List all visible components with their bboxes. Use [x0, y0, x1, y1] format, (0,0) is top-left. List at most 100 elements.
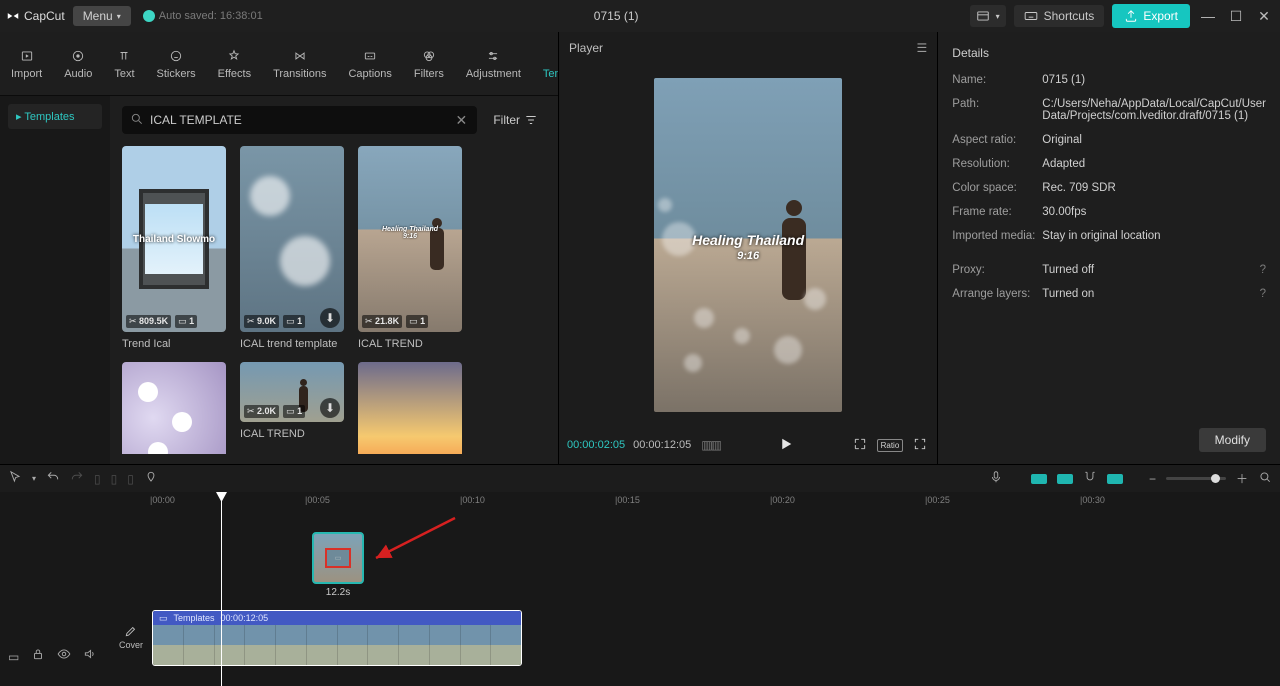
player-title: Player	[569, 41, 603, 55]
filter-icon	[524, 113, 538, 127]
zoom-fit-icon[interactable]	[1258, 470, 1272, 487]
redo-button[interactable]	[70, 470, 84, 487]
window-close[interactable]: ✕	[1254, 8, 1274, 25]
time-ruler[interactable]: |00:00 |00:05 |00:10 |00:15 |00:20 |00:2…	[150, 492, 1280, 514]
nav-audio[interactable]: Audio	[53, 32, 103, 95]
player-controls: 00:00:02:05 00:00:12:05 ▥▥ Ratio	[559, 426, 937, 464]
nav-transitions[interactable]: Transitions	[262, 32, 337, 95]
text-icon	[117, 49, 131, 63]
timeline-toolbar: ▾ ▯ ▯ ▯ − ＋	[0, 464, 1280, 492]
project-title: 0715 (1)	[271, 9, 962, 23]
drop-clip-duration: 12.2s	[312, 587, 364, 598]
clear-search-icon[interactable]: ✕	[453, 112, 469, 129]
cursor-tool[interactable]	[8, 470, 22, 487]
preview-overlay-sub: 9:16	[654, 250, 842, 262]
download-icon[interactable]: ⬇	[320, 398, 340, 418]
track-color-c[interactable]	[1107, 474, 1123, 484]
track-lock-icon[interactable]	[31, 647, 45, 664]
effects-icon	[227, 49, 241, 63]
nav-captions[interactable]: Captions	[337, 32, 402, 95]
sidebar-templates[interactable]: ▸ Templates	[8, 104, 102, 129]
captions-icon	[363, 49, 377, 63]
template-chip-icon: ▭	[159, 613, 168, 624]
track-color-a[interactable]	[1031, 474, 1047, 484]
details-title: Details	[952, 40, 1266, 68]
preview-overlay: Healing Thailand	[654, 232, 842, 248]
template-card[interactable]: ✂ 9.0K▭ 1 ⬇ ICAL trend template	[240, 146, 344, 350]
capcut-logo-icon	[6, 9, 20, 23]
zoom-out-icon[interactable]: −	[1149, 472, 1156, 486]
undo-button[interactable]	[46, 470, 60, 487]
template-drop-clip[interactable]: ▭	[312, 532, 364, 584]
snapshot-icon[interactable]	[851, 435, 869, 456]
chevron-down-icon: ▾	[117, 12, 121, 21]
nav-import[interactable]: Import	[0, 32, 53, 95]
media-panel: Import Audio Text Stickers Effects Trans…	[0, 32, 558, 464]
split-tool: ▯	[94, 472, 101, 486]
fullscreen-icon[interactable]	[911, 435, 929, 456]
layout-icon	[976, 9, 990, 23]
template-card[interactable]	[358, 362, 462, 454]
import-icon	[20, 49, 34, 63]
help-icon[interactable]: ?	[1260, 288, 1266, 300]
zoom-in-icon[interactable]: ＋	[1236, 470, 1248, 487]
template-label: Trend Ical	[122, 338, 226, 350]
shortcuts-button[interactable]: Shortcuts	[1014, 5, 1105, 27]
template-label: ICAL TREND	[240, 428, 344, 440]
search-box[interactable]: ✕	[122, 106, 477, 134]
track-expand-icon[interactable]: ▭	[8, 650, 19, 664]
template-card[interactable]: Thailand Slowmo ✂ 809.5K▭ 1 Trend Ical	[122, 146, 226, 350]
cover-button[interactable]: Cover	[116, 624, 146, 650]
menu-button[interactable]: Menu ▾	[73, 6, 131, 26]
track-color-b[interactable]	[1057, 474, 1073, 484]
template-track-clip[interactable]: ▭ Templates 00:00:12:05	[152, 610, 522, 666]
video-preview[interactable]: Healing Thailand 9:16	[654, 78, 842, 412]
template-card[interactable]: Healing Thailand9:16 ✂ 21.8K▭ 1 ICAL TRE…	[358, 146, 462, 350]
annotation-arrow	[370, 516, 460, 566]
template-card[interactable]: ✂ 2.0K▭ 1 ⬇ ICAL TREND	[240, 362, 344, 454]
panel-menu-icon[interactable]: ☰	[917, 41, 928, 55]
marker-tool[interactable]	[144, 470, 158, 487]
template-card[interactable]: I went Crazy over you	[122, 362, 226, 454]
magnet-icon[interactable]	[1083, 470, 1097, 487]
zoom-slider[interactable]	[1166, 477, 1226, 480]
play-button[interactable]	[775, 433, 797, 458]
track-controls: ▭	[0, 610, 110, 670]
window-maximize[interactable]: ☐	[1226, 8, 1246, 25]
timeline[interactable]: |00:00 |00:05 |00:10 |00:15 |00:20 |00:2…	[0, 492, 1280, 686]
replace-icon: ▭	[325, 548, 351, 568]
aspect-tool[interactable]: ▾	[970, 5, 1006, 27]
ratio-button[interactable]: Ratio	[877, 439, 904, 452]
player-time-current: 00:00:02:05	[567, 439, 625, 451]
help-icon[interactable]: ?	[1260, 264, 1266, 276]
search-input[interactable]	[150, 113, 453, 127]
download-icon[interactable]: ⬇	[320, 308, 340, 328]
nav-adjustment[interactable]: Adjustment	[455, 32, 532, 95]
details-panel: Details Name:0715 (1) Path:C:/Users/Neha…	[938, 32, 1280, 464]
audio-icon	[71, 49, 85, 63]
track-mute-icon[interactable]	[83, 647, 97, 664]
export-button[interactable]: Export	[1112, 4, 1190, 28]
window-minimize[interactable]: —	[1198, 8, 1218, 24]
nav-filters[interactable]: Filters	[403, 32, 455, 95]
template-label: ICAL trend template	[240, 338, 344, 350]
top-nav: Import Audio Text Stickers Effects Trans…	[0, 32, 558, 96]
chevron-down-icon: ▾	[996, 12, 1000, 21]
compare-icon[interactable]: ▥▥	[699, 436, 722, 454]
pencil-icon	[124, 624, 138, 638]
filter-button[interactable]: Filter	[485, 109, 546, 131]
search-icon	[130, 112, 144, 129]
nav-stickers[interactable]: Stickers	[146, 32, 207, 95]
mic-icon[interactable]	[989, 470, 1003, 487]
split-tool-3: ▯	[127, 472, 134, 486]
track-visible-icon[interactable]	[57, 647, 71, 664]
nav-effects[interactable]: Effects	[207, 32, 262, 95]
modify-button[interactable]: Modify	[1199, 428, 1266, 452]
chevron-down-icon[interactable]: ▾	[32, 474, 36, 483]
template-label: ICAL TREND	[358, 338, 462, 350]
nav-text[interactable]: Text	[103, 32, 145, 95]
playhead[interactable]	[221, 492, 222, 686]
adjustment-icon	[486, 49, 500, 63]
filters-icon	[422, 49, 436, 63]
transitions-icon	[293, 49, 307, 63]
